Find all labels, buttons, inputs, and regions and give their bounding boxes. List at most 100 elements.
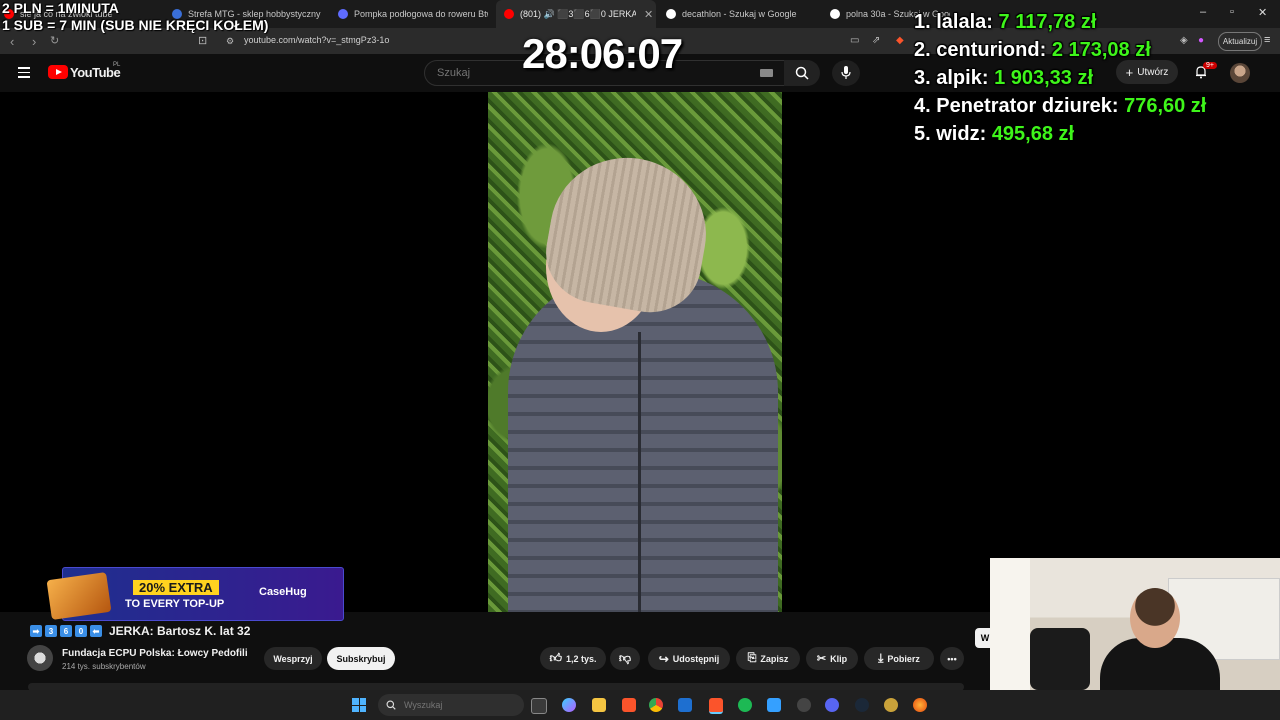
site-settings-icon[interactable]: ⚙ (226, 36, 234, 47)
task-view-icon[interactable] (531, 698, 547, 714)
scissors-icon: ✂ (816, 653, 827, 665)
ad-brand: CaseHug (259, 586, 307, 598)
youtube-logo-icon[interactable] (48, 65, 68, 79)
leaderboard-rank: 4. (914, 95, 931, 117)
site-favicon-icon (338, 9, 348, 19)
brave-active-icon[interactable] (709, 698, 723, 714)
webcam-window-light (990, 558, 1030, 690)
windows-start-icon[interactable] (352, 698, 366, 712)
leaderboard-row: 3. alpik: 1 903,33 zł (914, 64, 1206, 92)
channel-avatar[interactable] (27, 645, 53, 671)
ad-subline: TO EVERY TOP-UP (125, 598, 225, 610)
donation-rate-line: 2 PLN = 1MINUTA (2, 0, 119, 16)
taskbar-search-input[interactable] (402, 699, 506, 711)
tab-label: decathlon - Szukaj w Google (682, 9, 797, 19)
video-title-row: ➡ 3 6 0 ⬅ JERKA: Bartosz K. lat 32 (30, 622, 250, 640)
ad-banner[interactable]: 20% EXTRA TO EVERY TOP-UP CaseHug (46, 567, 344, 621)
leaderboard-row: 2. centuriond: 2 173,08 zł (914, 36, 1206, 64)
update-browser-button[interactable]: Aktualizuj (1218, 32, 1262, 51)
like-count: 1,2 tys. (566, 653, 597, 664)
close-tab-icon[interactable]: ✕ (644, 8, 653, 21)
video-person-jacket (508, 272, 778, 612)
google-favicon-icon (666, 9, 676, 19)
video-title: JERKA: Bartosz K. lat 32 (109, 624, 251, 638)
google-favicon-icon (830, 9, 840, 19)
brave-shield-icon[interactable]: ◆ (896, 35, 904, 46)
back-icon[interactable]: ‹ (10, 34, 14, 49)
donation-leaderboard: 1. lalala: 7 117,78 zł 2. centuriond: 2 … (914, 8, 1206, 148)
user-avatar[interactable] (1230, 63, 1250, 83)
menu-hamburger-icon[interactable] (18, 67, 30, 78)
more-dots-icon: ••• (947, 653, 957, 664)
dislike-button[interactable]: 👎︎ (610, 647, 640, 670)
save-button[interactable]: ⎘ Zapisz (736, 647, 800, 670)
webcam-streamer-head (1130, 588, 1180, 648)
thumbs-down-icon: 👎︎ (618, 651, 632, 665)
browser-tab-5[interactable]: decathlon - Szukaj w Google (666, 0, 816, 28)
subscription-rate-line: 1 SUB = 7 MIN (SUB NIE KRĘCI KOŁEM) (2, 17, 269, 33)
voice-search-button[interactable] (832, 60, 860, 86)
spotify-icon[interactable] (738, 698, 752, 712)
digit-emoji-icon: 0 (75, 625, 87, 637)
leaderboard-amount: 7 117,78 zł (998, 11, 1097, 33)
video-jacket-zipper (638, 332, 641, 612)
discord-icon[interactable] (825, 698, 839, 712)
url-field[interactable]: youtube.com/watch?v=_stmgPz3-1o (244, 35, 389, 45)
share-arrow-icon: ↪ (658, 651, 669, 666)
leaderboard-rank: 1. (914, 11, 931, 33)
download-label: Pobierz (887, 653, 920, 664)
video-frame[interactable] (488, 92, 782, 612)
save-label: Zapisz (760, 653, 789, 664)
store-icon[interactable] (678, 698, 692, 712)
screen-cast-icon[interactable]: ▭ (850, 35, 859, 46)
digit-emoji-icon: 3 (45, 625, 57, 637)
search-icon (795, 66, 809, 80)
leaderboard-row: 5. widz: 495,68 zł (914, 120, 1206, 148)
channel-name[interactable]: Fundacja ECPU Polska: Łowcy Pedofili (62, 648, 248, 659)
close-window-icon[interactable]: ✕ (1258, 6, 1267, 19)
reload-icon[interactable]: ↻ (50, 34, 59, 47)
search-button[interactable] (784, 60, 820, 86)
file-explorer-icon[interactable] (592, 698, 606, 712)
leaderboard-name: alpik: (936, 67, 989, 89)
more-actions-button[interactable]: ••• (940, 647, 964, 670)
leaderboard-row: 1. lalala: 7 117,78 zł (914, 8, 1206, 36)
forward-icon[interactable]: › (32, 34, 36, 49)
copilot-icon[interactable] (562, 698, 576, 712)
league-client-icon[interactable] (884, 698, 898, 712)
share-button[interactable]: ↪ Udostępnij (648, 647, 730, 670)
youtube-favicon-icon (504, 9, 514, 19)
region-label: PL (113, 62, 121, 68)
subscribe-button[interactable]: Subskrybuj (327, 647, 395, 670)
download-icon: ⤓ (878, 651, 884, 665)
support-button[interactable]: Wesprzyj (264, 647, 322, 670)
notepad-icon[interactable] (767, 698, 781, 712)
steam-icon[interactable] (855, 698, 869, 712)
taskbar-search-box[interactable] (378, 694, 524, 716)
brave-browser-icon[interactable] (622, 698, 636, 712)
share-page-icon[interactable]: ⇗ (872, 35, 880, 46)
search-icon (386, 700, 396, 710)
leaderboard-amount: 776,60 zł (1124, 95, 1207, 117)
video-player[interactable] (0, 92, 1280, 612)
gold-bars-icon (46, 572, 112, 620)
browser-tab-active[interactable]: (801) 🔊 ⬛3⬛6⬛0 JERKA: Ba ✕ (496, 0, 656, 28)
browser-tab-3[interactable]: Pompka podłogowa do roweru Btwin (338, 0, 488, 28)
obs-icon[interactable] (797, 698, 811, 712)
like-button[interactable]: 👍︎ 1,2 tys. (540, 647, 606, 670)
leaderboard-amount: 495,68 zł (991, 123, 1075, 145)
firefox-icon[interactable] (913, 698, 927, 712)
maximize-window-icon[interactable]: ▫ (1230, 6, 1234, 18)
bookmark-icon[interactable]: ⊡ (198, 34, 207, 47)
browser-menu-icon[interactable]: ≡ (1264, 34, 1270, 46)
download-button[interactable]: ⤓ Pobierz (864, 647, 934, 670)
webcam-gaming-chair (1030, 628, 1090, 690)
chrome-icon[interactable] (649, 698, 663, 712)
share-label: Udostępnij (672, 653, 720, 664)
countdown-timer: 28:06:07 (522, 30, 683, 77)
leaderboard-rank: 5. (914, 123, 931, 145)
keyboard-icon[interactable] (760, 69, 773, 77)
channel-subscriber-count: 214 tys. subskrybentów (62, 662, 146, 671)
clip-button[interactable]: ✂ Klip (806, 647, 858, 670)
windows-taskbar (0, 690, 1280, 720)
